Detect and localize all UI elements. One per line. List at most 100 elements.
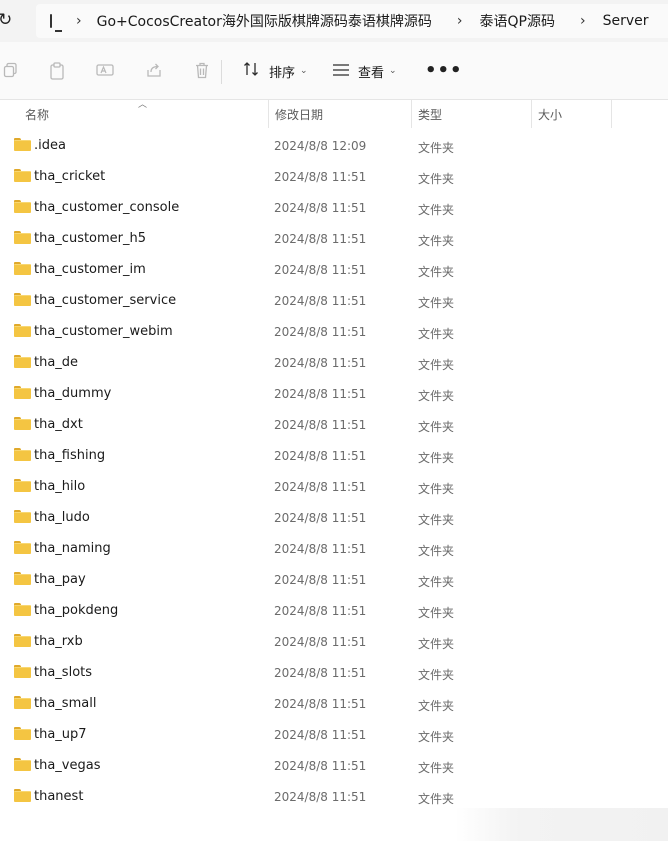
column-header-size[interactable]: 大小: [538, 106, 562, 123]
file-row[interactable]: tha_naming 2024/8/8 11:51 文件夹: [0, 533, 668, 564]
file-name: tha_hilo: [34, 479, 86, 494]
file-type: 文件夹: [418, 420, 455, 434]
breadcrumb-item[interactable]: Go+CocosCreator海外国际版棋牌源码泰语棋牌源码: [97, 11, 432, 31]
paste-icon[interactable]: [48, 62, 66, 80]
file-modified: 2024/8/8 12:09: [274, 139, 367, 153]
folder-icon: [14, 727, 31, 740]
folder-icon: [14, 262, 31, 275]
folder-icon: [14, 231, 31, 244]
file-name: tha_naming: [34, 541, 111, 556]
file-name: tha_slots: [34, 665, 93, 680]
file-modified: 2024/8/8 11:51: [274, 511, 367, 525]
folder-icon: [14, 572, 31, 585]
file-row[interactable]: tha_de 2024/8/8 11:51 文件夹: [0, 347, 668, 378]
chevron-down-icon: ⌄: [300, 66, 308, 76]
file-name: tha_small: [34, 696, 97, 711]
file-modified: 2024/8/8 11:51: [274, 449, 367, 463]
this-pc-icon[interactable]: [50, 14, 62, 32]
file-modified: 2024/8/8 11:51: [274, 666, 367, 680]
file-modified: 2024/8/8 11:51: [274, 697, 367, 711]
file-type: 文件夹: [418, 327, 455, 341]
file-row[interactable]: .idea 2024/8/8 12:09 文件夹: [0, 130, 668, 161]
file-name: tha_customer_console: [34, 200, 180, 215]
file-type: 文件夹: [418, 482, 455, 496]
toolbar-divider: [221, 60, 222, 84]
file-name: tha_customer_webim: [34, 324, 173, 339]
column-header-name[interactable]: 名称: [25, 106, 49, 123]
folder-icon: [14, 510, 31, 523]
chevron-right-icon[interactable]: ›: [580, 13, 586, 29]
file-row[interactable]: tha_vegas 2024/8/8 11:51 文件夹: [0, 750, 668, 781]
file-type: 文件夹: [418, 761, 455, 775]
file-row[interactable]: tha_ludo 2024/8/8 11:51 文件夹: [0, 502, 668, 533]
file-type: 文件夹: [418, 265, 455, 279]
column-divider[interactable]: [411, 100, 412, 128]
folder-icon: [14, 634, 31, 647]
file-type: 文件夹: [418, 544, 455, 558]
column-header-modified[interactable]: 修改日期: [275, 106, 323, 123]
file-row[interactable]: tha_slots 2024/8/8 11:51 文件夹: [0, 657, 668, 688]
file-row[interactable]: tha_up7 2024/8/8 11:51 文件夹: [0, 719, 668, 750]
folder-icon: [14, 200, 31, 213]
file-row[interactable]: tha_dxt 2024/8/8 11:51 文件夹: [0, 409, 668, 440]
copy-icon[interactable]: [2, 62, 20, 80]
file-type: 文件夹: [418, 668, 455, 682]
file-row[interactable]: tha_pokdeng 2024/8/8 11:51 文件夹: [0, 595, 668, 626]
file-type: 文件夹: [418, 296, 455, 310]
view-label: 查看: [358, 65, 385, 81]
delete-icon[interactable]: [193, 62, 211, 80]
file-name: tha_fishing: [34, 448, 106, 463]
file-row[interactable]: tha_dummy 2024/8/8 11:51 文件夹: [0, 378, 668, 409]
address-bar: ↻ › Go+CocosCreator海外国际版棋牌源码泰语棋牌源码 › 泰语Q…: [0, 0, 668, 42]
file-name: tha_customer_h5: [34, 231, 147, 246]
column-divider[interactable]: [611, 100, 612, 128]
folder-icon: [14, 448, 31, 461]
file-modified: 2024/8/8 11:51: [274, 480, 367, 494]
file-row[interactable]: tha_pay 2024/8/8 11:51 文件夹: [0, 564, 668, 595]
file-type: 文件夹: [418, 141, 455, 155]
file-row[interactable]: tha_customer_im 2024/8/8 11:51 文件夹: [0, 254, 668, 285]
file-name: tha_vegas: [34, 758, 101, 773]
chevron-right-icon[interactable]: ›: [457, 13, 463, 29]
column-header-type[interactable]: 类型: [418, 106, 442, 123]
breadcrumb[interactable]: › Go+CocosCreator海外国际版棋牌源码泰语棋牌源码 › 泰语QP源…: [36, 4, 668, 38]
file-row[interactable]: tha_fishing 2024/8/8 11:51 文件夹: [0, 440, 668, 471]
file-name: tha_pay: [34, 572, 86, 587]
column-divider[interactable]: [531, 100, 532, 128]
breadcrumb-item[interactable]: Server: [603, 13, 649, 29]
file-name: tha_dummy: [34, 386, 112, 401]
file-type: 文件夹: [418, 513, 455, 527]
more-options-icon[interactable]: •••: [425, 60, 463, 81]
refresh-icon[interactable]: ↻: [0, 10, 18, 32]
sort-button[interactable]: 排序 ⌄: [243, 58, 308, 84]
file-row[interactable]: tha_customer_console 2024/8/8 11:51 文件夹: [0, 192, 668, 223]
file-modified: 2024/8/8 11:51: [274, 604, 367, 618]
file-row[interactable]: tha_customer_service 2024/8/8 11:51 文件夹: [0, 285, 668, 316]
file-row[interactable]: tha_rxb 2024/8/8 11:51 文件夹: [0, 626, 668, 657]
folder-icon: [14, 789, 31, 802]
file-name: .idea: [34, 138, 66, 153]
file-name: tha_customer_im: [34, 262, 146, 277]
folder-icon: [14, 541, 31, 554]
file-type: 文件夹: [418, 451, 455, 465]
file-type: 文件夹: [418, 606, 455, 620]
file-type: 文件夹: [418, 730, 455, 744]
view-button[interactable]: 查看 ⌄: [332, 58, 397, 84]
breadcrumb-item[interactable]: 泰语QP源码: [480, 11, 555, 31]
file-name: tha_cricket: [34, 169, 106, 184]
file-row[interactable]: tha_cricket 2024/8/8 11:51 文件夹: [0, 161, 668, 192]
rename-icon[interactable]: [96, 62, 114, 80]
view-list-icon: [332, 62, 350, 81]
file-type: 文件夹: [418, 699, 455, 713]
chevron-right-icon[interactable]: ›: [76, 13, 82, 29]
file-row[interactable]: tha_customer_webim 2024/8/8 11:51 文件夹: [0, 316, 668, 347]
sort-label: 排序: [269, 65, 296, 81]
column-divider[interactable]: [268, 100, 269, 128]
file-row[interactable]: tha_customer_h5 2024/8/8 11:51 文件夹: [0, 223, 668, 254]
file-modified: 2024/8/8 11:51: [274, 325, 367, 339]
file-row[interactable]: tha_small 2024/8/8 11:51 文件夹: [0, 688, 668, 719]
file-row[interactable]: tha_hilo 2024/8/8 11:51 文件夹: [0, 471, 668, 502]
file-type: 文件夹: [418, 575, 455, 589]
share-icon[interactable]: [145, 62, 163, 80]
folder-icon: [14, 696, 31, 709]
